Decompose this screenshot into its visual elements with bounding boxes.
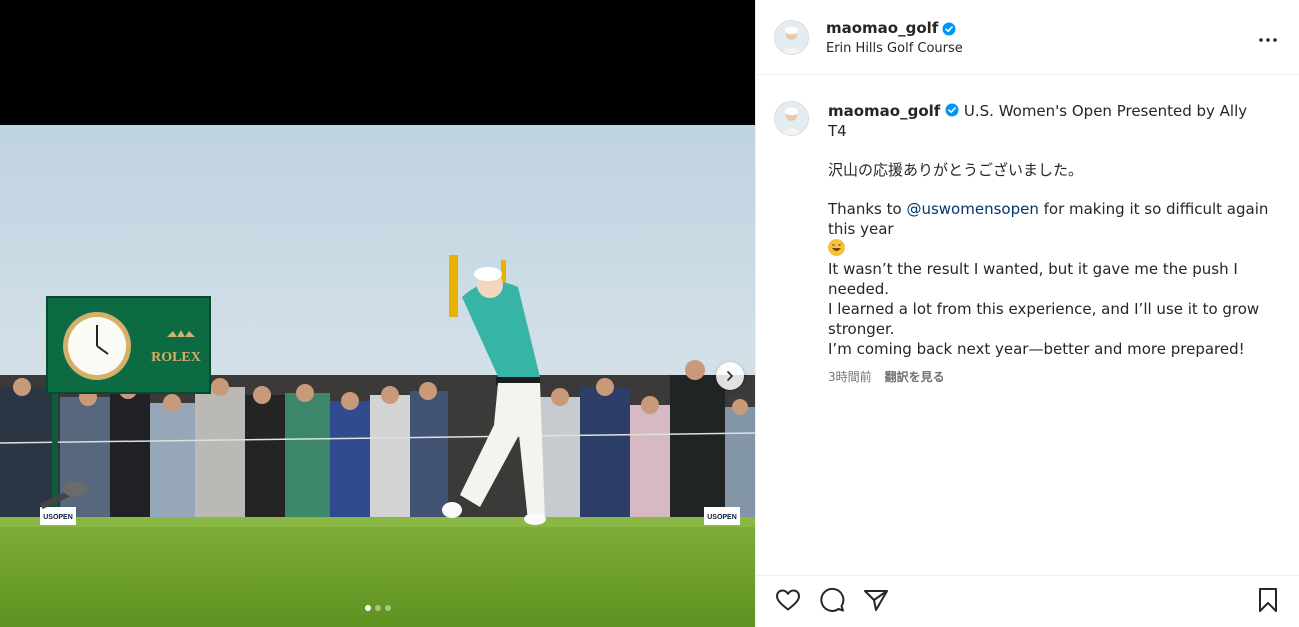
header-username[interactable]: maomao_golf: [826, 19, 938, 37]
chevron-right-icon: [724, 367, 736, 386]
carousel-next-button[interactable]: [716, 362, 744, 390]
grinning-sweat-emoji-icon: [828, 239, 845, 256]
verified-badge-icon: [942, 21, 956, 35]
avatar[interactable]: [774, 19, 809, 55]
mention-link[interactable]: @uswomensopen: [906, 200, 1038, 218]
instagram-post: ROLEX USOPEN USOPEN maomao_golf Erin Hil…: [0, 0, 1299, 627]
more-options-button[interactable]: [1257, 26, 1279, 48]
paper-plane-icon: [863, 588, 889, 616]
caption-result: T4: [828, 122, 847, 140]
heart-icon: [775, 588, 801, 616]
caption-title: U.S. Women's Open Presented by Ally: [963, 102, 1248, 120]
like-button[interactable]: [774, 588, 802, 616]
caption-learned-line: I learned a lot from this experience, an…: [828, 300, 1260, 338]
caption-coming-line: I’m coming back next year—better and mor…: [828, 340, 1245, 358]
location-link[interactable]: Erin Hills Golf Course: [826, 41, 963, 56]
caption-japanese: 沢山の応援ありがとうございました。: [828, 161, 1084, 179]
comment-bubble-icon: [819, 587, 845, 617]
rolex-sign-text: ROLEX: [151, 350, 201, 365]
caption-username[interactable]: maomao_golf: [828, 102, 940, 120]
share-button[interactable]: [862, 588, 890, 616]
carousel-dot: [384, 605, 391, 611]
avatar[interactable]: [774, 101, 809, 136]
caption-result-line: It wasn’t the result I wanted, but it ga…: [828, 260, 1238, 298]
more-options-icon: [1258, 28, 1278, 47]
post-side-panel: maomao_golf Erin Hills Golf Course maoma…: [755, 0, 1299, 627]
action-bar: [756, 575, 1299, 627]
caption: maomao_golf U.S. Women's Open Presented …: [828, 101, 1281, 575]
post-header: maomao_golf Erin Hills Golf Course: [756, 0, 1299, 75]
carousel-dot: [364, 605, 371, 611]
translate-button[interactable]: 翻訳を見る: [885, 368, 945, 385]
caption-area: maomao_golf U.S. Women's Open Presented …: [756, 75, 1299, 575]
verified-badge-icon: [945, 101, 959, 117]
carousel-indicator: [0, 605, 755, 611]
post-timestamp[interactable]: 3時間前: [828, 368, 872, 385]
bookmark-icon: [1257, 587, 1279, 617]
caption-thanks: Thanks to @uswomensopen for making it so…: [828, 199, 1281, 239]
post-media: ROLEX USOPEN USOPEN: [0, 0, 755, 627]
post-photo: ROLEX USOPEN USOPEN: [0, 125, 755, 627]
caption-emoji-line: [828, 239, 1281, 259]
carousel-dot: [374, 605, 381, 611]
usopen-marker-left-text: USOPEN: [43, 514, 73, 521]
save-button[interactable]: [1254, 587, 1282, 617]
comment-button[interactable]: [818, 587, 846, 617]
caption-thanks-prefix: Thanks to: [828, 200, 907, 218]
usopen-marker-right-text: USOPEN: [707, 514, 737, 521]
